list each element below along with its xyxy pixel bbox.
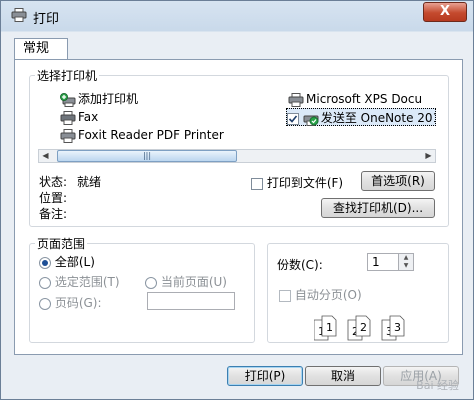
scroll-left-icon[interactable]: ◀ (39, 150, 52, 162)
spin-up-icon[interactable]: ▲ (399, 254, 413, 262)
range-selection-label: 选定范围(T) (54, 275, 120, 289)
printer-icon (288, 92, 304, 107)
collate-checkbox[interactable] (279, 289, 291, 302)
copies-label: 份数(C): (277, 258, 323, 272)
tab-general[interactable]: 常规 (14, 38, 68, 60)
collate-page: 1 (321, 315, 337, 337)
printer-item-label: 添加打印机 (78, 92, 139, 106)
spin-down-icon[interactable]: ▼ (399, 262, 413, 270)
fax-icon (60, 110, 76, 125)
range-all-radio[interactable] (39, 256, 51, 269)
status-value: 就绪 (77, 175, 102, 189)
collate-pages-illustration: 112233 (314, 315, 405, 341)
scrollbar-thumb[interactable]: ||| (57, 150, 237, 162)
printer-icon (60, 128, 76, 143)
print-to-file-option[interactable]: 打印到文件(F) (251, 174, 343, 191)
printer-item-xps[interactable]: Microsoft XPS Docu (288, 90, 422, 108)
collate-page-number: 3 (394, 321, 401, 334)
range-selection-option[interactable]: 选定范围(T) (39, 273, 120, 290)
collate-option[interactable]: 自动分页(O) (279, 286, 362, 303)
range-all-label: 全部(L) (54, 255, 95, 269)
page-range-legend: 页面范围 (35, 235, 88, 252)
range-selection-radio[interactable] (39, 276, 51, 289)
printer-item-label: Foxit Reader PDF Printer (78, 128, 224, 142)
find-printer-button[interactable]: 查找打印机(D)... (321, 198, 435, 218)
copies-input[interactable]: 1 (367, 253, 399, 271)
scroll-right-icon[interactable]: ▶ (422, 150, 435, 162)
range-pages-label: 页码(G): (54, 296, 102, 310)
preferences-button[interactable]: 首选项(R) (361, 171, 435, 191)
print-to-file-checkbox[interactable] (251, 177, 263, 190)
range-pages-radio[interactable] (39, 297, 51, 310)
print-button[interactable]: 打印(P) (227, 366, 303, 386)
printer-item-fax[interactable]: Fax (60, 108, 98, 126)
collate-page-number: 2 (360, 321, 367, 334)
collate-page: 3 (389, 315, 405, 337)
range-all-option[interactable]: 全部(L) (39, 253, 95, 270)
printer-item-foxit[interactable]: Foxit Reader PDF Printer (60, 126, 224, 144)
printer-item-label: 发送至 OneNote 201 (320, 111, 436, 125)
range-current-radio[interactable] (145, 276, 157, 289)
selected-checkbox (287, 112, 299, 125)
printer-default-icon (303, 115, 319, 126)
printer-item-label: Fax (78, 110, 99, 124)
printer-item-add[interactable]: 添加打印机 (60, 90, 138, 108)
printer-item-label: Microsoft XPS Docu (306, 92, 423, 106)
printer-list-scrollbar[interactable]: ◀ ||| ▶ (38, 149, 436, 163)
range-current-label: 当前页面(U) (160, 275, 227, 289)
range-pages-option[interactable]: 页码(G): (39, 294, 102, 311)
collate-page-number: 1 (326, 321, 333, 334)
location-label: 位置: (39, 191, 68, 205)
printer-item-onenote[interactable]: 发送至 OneNote 201 (286, 108, 436, 126)
range-current-option[interactable]: 当前页面(U) (145, 273, 227, 290)
pages-input[interactable] (147, 292, 235, 310)
copies-spinner[interactable]: ▲ ▼ (399, 253, 414, 271)
cancel-button[interactable]: 取消 (305, 366, 381, 386)
close-button[interactable]: X (423, 2, 467, 22)
printer-icon (11, 8, 27, 22)
printer-list[interactable]: 添加打印机 Microsoft XPS Docu Fax 发送至 OneNote… (38, 85, 436, 145)
collate-label: 自动分页(O) (294, 288, 362, 302)
comment-label: 备注: (39, 207, 68, 221)
title-bar[interactable]: 打印 X (1, 1, 473, 31)
select-printer-legend: 选择打印机 (35, 67, 100, 84)
collate-page: 2 (355, 315, 371, 337)
check-icon (288, 114, 298, 123)
window-title: 打印 (33, 12, 60, 27)
add-printer-icon (60, 92, 76, 107)
print-dialog: 打印 X 常规 选择打印机 添加打印机 Microsoft XPS Docu F… (0, 0, 474, 400)
status-label: 状态: (39, 175, 68, 189)
print-to-file-label: 打印到文件(F) (266, 176, 344, 190)
watermark: Bai 经验 (416, 379, 459, 392)
